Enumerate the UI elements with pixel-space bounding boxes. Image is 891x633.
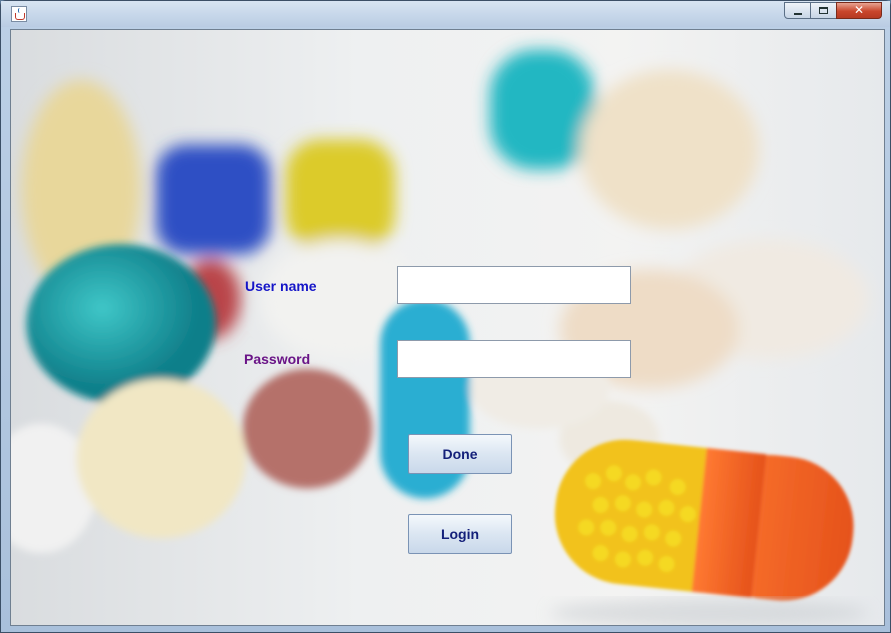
login-button[interactable]: Login	[408, 514, 512, 554]
maximize-button[interactable]	[810, 2, 837, 19]
close-button[interactable]: ✕	[836, 2, 882, 19]
password-label: Password	[244, 351, 311, 367]
close-icon: ✕	[853, 3, 865, 17]
username-label: User name	[245, 278, 317, 294]
maximize-icon	[819, 7, 828, 14]
login-panel: User name Password Done Login	[10, 29, 885, 626]
username-field[interactable]	[397, 266, 631, 304]
minimize-button[interactable]	[784, 2, 811, 19]
minimize-icon	[794, 13, 802, 15]
title-bar[interactable]: ✕	[1, 1, 890, 27]
password-field[interactable]	[397, 340, 631, 378]
window-controls: ✕	[784, 2, 882, 20]
done-button[interactable]: Done	[408, 434, 512, 474]
java-icon[interactable]	[11, 6, 27, 22]
app-window: ✕ User name Password Done Login	[0, 0, 891, 633]
